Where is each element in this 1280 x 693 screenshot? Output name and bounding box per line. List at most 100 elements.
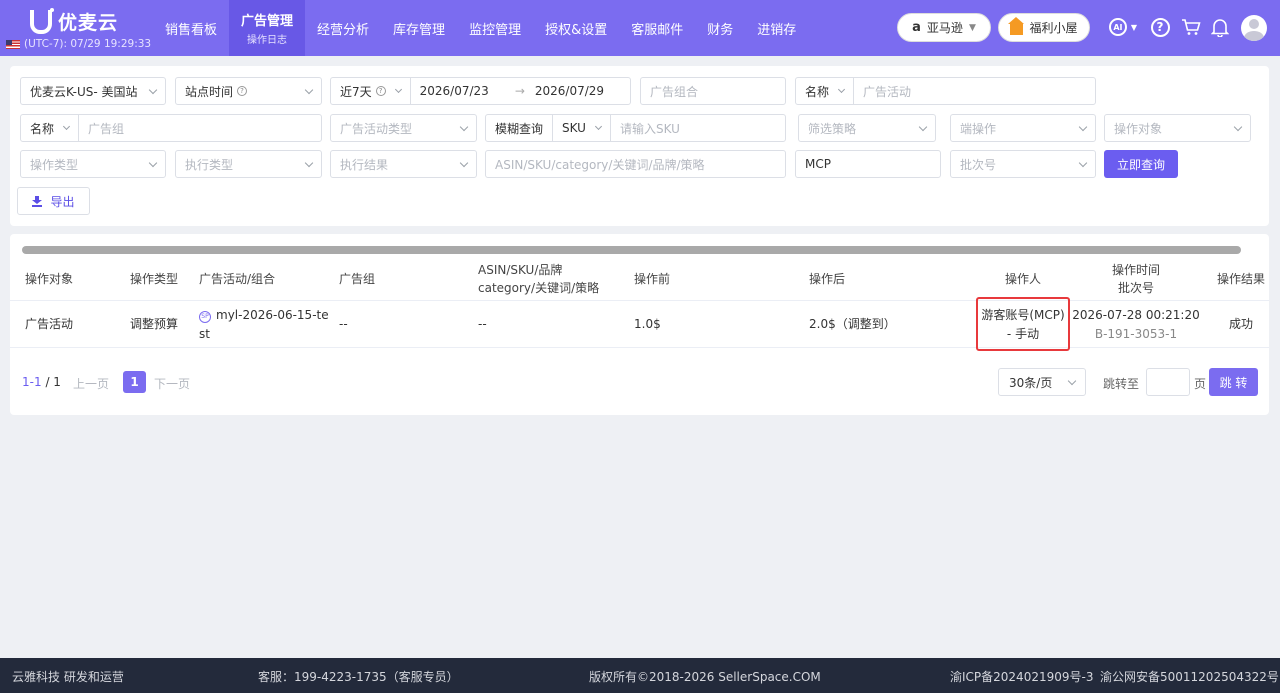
campaign-type-select[interactable]: 广告活动类型: [330, 114, 477, 142]
nav-inventory[interactable]: 库存管理: [381, 0, 457, 56]
footer-police-record[interactable]: 渝公网安备50011202504322号: [1100, 668, 1279, 685]
sku-search[interactable]: 模糊查询 SKU 请输入SKU: [485, 114, 786, 142]
operation-type-select[interactable]: 操作类型: [20, 150, 166, 178]
nav-auth-settings[interactable]: 授权&设置: [533, 0, 619, 56]
cell-op-type: 调整预算: [130, 317, 179, 331]
download-icon: [32, 195, 43, 207]
next-page-button[interactable]: 下一页: [154, 375, 190, 392]
col-operation-time: 操作时间 批次号: [1111, 263, 1160, 295]
endpoint-select[interactable]: 端操作: [950, 114, 1096, 142]
cell-time: 2026-07-28 00:21:20 B-191-3053-1: [1070, 301, 1202, 348]
footer-company: 云雅科技 研发和运营: [12, 670, 124, 684]
batch-number-select[interactable]: 批次号: [950, 150, 1096, 178]
arrow-right-icon: →: [514, 84, 525, 98]
col-asin-sku: ASIN/SKU/品牌 category/关键词/策略: [478, 263, 600, 295]
operation-target-select[interactable]: 操作对象: [1104, 114, 1251, 142]
horizontal-scrollbar[interactable]: [22, 246, 1241, 254]
campaign-input[interactable]: 广告活动: [853, 78, 1095, 104]
shop-select[interactable]: 优麦云K-US- 美国站: [20, 77, 166, 105]
sp-badge-icon: SP: [199, 310, 211, 323]
filter-panel: 优麦云K-US- 美国站 站点时间? 近7天? 2026/07/23 → 202…: [10, 66, 1269, 226]
top-nav-bar: 优麦云 (UTC-7): 07/29 19:29:33 销售看板 广告管理 操作日…: [0, 0, 1280, 56]
amazon-icon: a: [912, 20, 921, 35]
house-icon: [1008, 16, 1025, 35]
col-result: 操作结果: [1217, 272, 1266, 286]
bell-icon[interactable]: [1209, 16, 1231, 38]
logo[interactable]: 优麦云: [30, 7, 118, 35]
logo-mark-icon: [30, 7, 54, 34]
nav-purchase-sales-stock[interactable]: 进销存: [745, 0, 808, 56]
footer: 云雅科技 研发和运营 客服：199-4223-1735（客服专员） 版权所有©2…: [0, 658, 1280, 693]
strategy-select[interactable]: 筛选策略: [798, 114, 936, 142]
nav-ad-management[interactable]: 广告管理 操作日志: [229, 0, 306, 56]
ai-assistant-icon[interactable]: AI ▼: [1106, 16, 1140, 38]
cell-result: 成功: [1228, 317, 1253, 331]
col-operation-type: 操作类型: [130, 272, 179, 286]
avatar[interactable]: [1241, 15, 1267, 41]
nav-customer-email[interactable]: 客服邮件: [619, 0, 695, 56]
cart-icon[interactable]: [1180, 16, 1202, 38]
campaign-name[interactable]: myl-2026-06-15-test: [199, 308, 329, 341]
page-info: 1-1 / 1: [22, 375, 61, 389]
col-operator: 操作人: [1004, 272, 1041, 286]
help-icon[interactable]: ?: [1149, 16, 1171, 38]
timezone-text: (UTC-7): 07/29 19:29:33: [24, 38, 152, 50]
page-size-select[interactable]: 30条/页: [998, 368, 1086, 396]
nav-finance[interactable]: 财务: [695, 0, 745, 56]
page-number-current[interactable]: 1: [123, 371, 146, 393]
col-ad-group: 广告组: [339, 272, 376, 286]
question-icon: ?: [375, 86, 386, 96]
pagination: 1-1 / 1 上一页 1 下一页 30条/页 跳转至 页 跳 转: [10, 366, 1269, 398]
date-range-picker[interactable]: 近7天? 2026/07/23 → 2026/07/29: [330, 77, 631, 105]
nav-sub-operation-log[interactable]: 操作日志: [247, 31, 287, 46]
footer-icp[interactable]: 渝ICP备2024021909号-3: [950, 668, 1093, 685]
nav-business-analysis[interactable]: 经营分析: [305, 0, 381, 56]
match-mode-select[interactable]: 模糊查询: [486, 115, 552, 141]
cell-asin: --: [478, 317, 487, 331]
date-start[interactable]: 2026/07/23: [420, 84, 489, 98]
query-button[interactable]: 立即查询: [1104, 150, 1178, 178]
jump-page-input[interactable]: [1146, 368, 1190, 396]
jump-button[interactable]: 跳 转: [1209, 368, 1258, 396]
ad-group-input[interactable]: 广告组: [78, 115, 321, 141]
cell-campaign[interactable]: SP myl-2026-06-15-test: [199, 301, 329, 348]
operator-input[interactable]: MCP: [795, 150, 941, 178]
cell-ad-group: --: [339, 317, 348, 331]
execution-result-select[interactable]: 执行结果: [330, 150, 477, 178]
name-select[interactable]: 名称: [796, 78, 853, 104]
benefits-button[interactable]: 福利小屋: [998, 13, 1090, 42]
batch-number: B-191-3053-1: [1094, 326, 1178, 341]
range-preset-select[interactable]: 近7天?: [331, 78, 410, 104]
time-type-select[interactable]: 站点时间?: [175, 77, 322, 105]
nav-sales-dashboard[interactable]: 销售看板: [153, 0, 229, 56]
marketplace-selector[interactable]: a 亚马逊 ▼: [897, 13, 991, 42]
ad-group-search[interactable]: 名称 广告组: [20, 114, 322, 142]
keyword-input[interactable]: ASIN/SKU/category/关键词/品牌/策略: [485, 150, 786, 178]
execution-type-select[interactable]: 执行类型: [175, 150, 322, 178]
export-button[interactable]: 导出: [17, 187, 90, 215]
operator-highlight-box: [976, 297, 1070, 351]
cell-target: 广告活动: [25, 317, 74, 331]
campaign-search[interactable]: 名称 广告活动: [795, 77, 1096, 105]
operation-log-table: 操作对象 操作类型 广告活动/组合 广告组 ASIN/SKU/品牌 catego…: [10, 234, 1269, 415]
table-row: 广告活动 调整预算 SP myl-2026-06-15-test -- -- 1.…: [10, 301, 1269, 348]
nav-monitoring[interactable]: 监控管理: [457, 0, 533, 56]
chevron-down-icon: ▼: [968, 22, 976, 33]
sku-type-select[interactable]: SKU: [552, 115, 610, 141]
marketplace-label: 亚马逊: [926, 21, 963, 35]
timezone-clock: (UTC-7): 07/29 19:29:33: [6, 38, 151, 50]
main-nav: 销售看板 广告管理 操作日志 经营分析 库存管理 监控管理 授权&设置 客服邮件 …: [153, 0, 808, 56]
ad-portfolio-input[interactable]: 广告组合: [640, 77, 786, 105]
col-after: 操作后: [809, 272, 846, 286]
date-inputs[interactable]: 2026/07/23 → 2026/07/29: [409, 78, 630, 104]
col-before: 操作前: [634, 272, 671, 286]
prev-page-button[interactable]: 上一页: [73, 375, 109, 392]
cell-after: 2.0$（调整到）: [809, 317, 896, 331]
col-campaign: 广告活动/组合: [199, 272, 276, 286]
jump-to-label: 跳转至: [1103, 377, 1140, 391]
question-icon: ?: [237, 86, 248, 96]
sku-input[interactable]: 请输入SKU: [609, 115, 785, 141]
name-select[interactable]: 名称: [21, 115, 78, 141]
us-flag-icon: [6, 39, 20, 49]
date-end[interactable]: 2026/07/29: [535, 84, 604, 98]
